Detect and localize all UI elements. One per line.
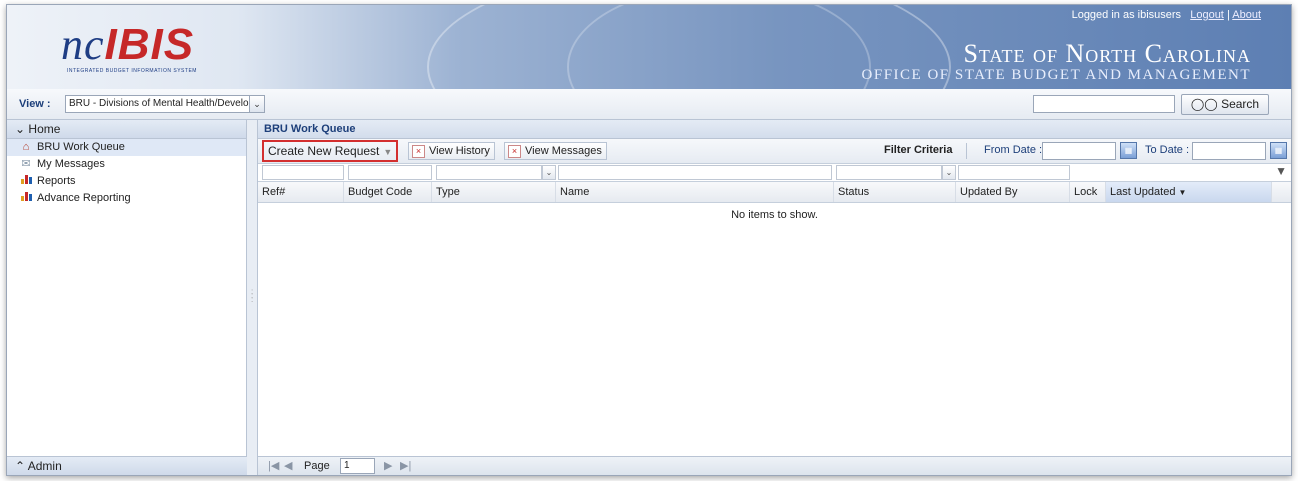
about-link[interactable]: About: [1232, 9, 1261, 21]
chevron-down-icon: ⌄: [15, 122, 26, 136]
first-page-icon[interactable]: |◀: [268, 459, 279, 473]
header-banner: ncIBIS INTEGRATED BUDGET INFORMATION SYS…: [7, 5, 1291, 89]
column-last-updated-label: Last Updated: [1110, 186, 1176, 198]
chevron-down-icon[interactable]: ⌄: [542, 165, 556, 180]
to-date-input[interactable]: [1192, 142, 1266, 160]
chevron-up-icon: ⌃: [15, 459, 26, 473]
view-history-button[interactable]: × View History: [408, 142, 495, 160]
to-date-label: To Date :: [1145, 144, 1190, 156]
toolbar-divider: [966, 143, 967, 159]
column-type[interactable]: Type: [432, 182, 556, 202]
chevron-down-icon[interactable]: ⌄: [249, 95, 265, 113]
filter-budget-code[interactable]: [348, 165, 432, 180]
sidebar-item-my-messages[interactable]: ✉ My Messages: [7, 156, 246, 173]
sidebar-item-reports[interactable]: Reports: [7, 173, 246, 190]
sidebar-item-label: BRU Work Queue: [37, 141, 125, 153]
view-messages-label: View Messages: [525, 145, 602, 157]
logo-subtitle: INTEGRATED BUDGET INFORMATION SYSTEM: [67, 68, 197, 74]
empty-message: No items to show.: [731, 209, 818, 221]
calendar-icon[interactable]: ▦: [1270, 142, 1287, 159]
sidebar-home-header[interactable]: ⌄ Home: [7, 120, 246, 139]
filter-status[interactable]: [836, 165, 942, 180]
page-number-input[interactable]: 1: [340, 458, 375, 474]
filter-ref[interactable]: [262, 165, 344, 180]
sidebar-item-label: My Messages: [37, 158, 105, 170]
disabled-x-icon: ×: [508, 145, 521, 158]
filter-criteria-label: Filter Criteria: [884, 144, 953, 156]
view-history-label: View History: [429, 145, 490, 157]
search-button[interactable]: ◯◯ Search: [1181, 94, 1269, 115]
sidebar: ⌄ Home ⌂ BRU Work Queue ✉ My Messages Re…: [7, 120, 254, 475]
view-messages-button[interactable]: × View Messages: [504, 142, 607, 160]
column-budget-code[interactable]: Budget Code: [344, 182, 432, 202]
envelope-icon: ✉: [21, 158, 31, 170]
column-last-updated[interactable]: Last Updated ▼: [1106, 182, 1272, 202]
binoculars-icon: ◯◯: [1190, 97, 1218, 111]
column-updated-by[interactable]: Updated By: [956, 182, 1070, 202]
logo-ibis: IBIS: [104, 20, 195, 69]
bar-chart-icon: [19, 192, 33, 205]
disabled-x-icon: ×: [412, 145, 425, 158]
grid-body: No items to show.: [258, 203, 1291, 443]
logo-nc: nc: [61, 20, 105, 69]
sort-desc-icon: ▼: [1178, 188, 1187, 197]
column-name[interactable]: Name: [556, 182, 834, 202]
from-date-label: From Date :: [984, 144, 1043, 156]
panel-splitter[interactable]: :::: [247, 120, 258, 475]
home-label: Home: [28, 122, 61, 136]
state-subtitle: OFFICE OF STATE BUDGET AND MANAGEMENT: [861, 67, 1251, 83]
column-ref[interactable]: Ref#: [258, 182, 344, 202]
last-page-icon[interactable]: ▶|: [400, 459, 411, 473]
sidebar-item-label: Reports: [37, 175, 76, 187]
logout-link[interactable]: Logout: [1190, 9, 1224, 21]
state-title: State of North Carolina: [963, 39, 1251, 68]
next-page-icon[interactable]: ▶: [384, 459, 392, 473]
prev-page-icon[interactable]: ◀: [284, 459, 292, 473]
funnel-icon[interactable]: ▼: [1275, 164, 1287, 178]
splitter-grip: :::: [251, 287, 254, 304]
view-select[interactable]: BRU - Divisions of Mental Health/Develop…: [65, 95, 250, 113]
view-bar: View : BRU - Divisions of Mental Health/…: [7, 89, 1291, 120]
from-date-input[interactable]: [1042, 142, 1116, 160]
create-label: Create New Request: [268, 144, 380, 158]
app-window: ncIBIS INTEGRATED BUDGET INFORMATION SYS…: [6, 4, 1292, 476]
chevron-down-icon[interactable]: ⌄: [942, 165, 956, 180]
page-label: Page: [304, 460, 330, 472]
column-filter-row: ⌄ ⌄ ▼: [258, 164, 1291, 182]
sidebar-admin-header[interactable]: ⌃ Admin: [7, 456, 254, 475]
admin-label: Admin: [27, 459, 62, 473]
filter-type[interactable]: [436, 165, 542, 180]
toolbar: Create New Request ▼ × View History × View …: [258, 139, 1291, 164]
sidebar-item-bru-work-queue[interactable]: ⌂ BRU Work Queue: [7, 139, 246, 156]
calendar-icon[interactable]: ▦: [1120, 142, 1137, 159]
filter-name[interactable]: [558, 165, 832, 180]
panel-title: BRU Work Queue: [258, 120, 1291, 139]
sidebar-item-advance-reporting[interactable]: Advance Reporting: [7, 190, 246, 207]
grid-header: Ref# Budget Code Type Name Status Update…: [258, 182, 1291, 203]
work-queue-panel: BRU Work Queue Create New Request ▼ × View…: [258, 120, 1291, 475]
sidebar-item-label: Advance Reporting: [37, 192, 131, 204]
pager: |◀ ◀ Page 1 ▶ ▶|: [258, 456, 1291, 475]
bar-chart-icon: [19, 175, 33, 188]
ncibis-logo: ncIBIS: [61, 19, 194, 70]
login-text: Logged in as ibisusers: [1071, 9, 1182, 21]
filter-updated-by[interactable]: [958, 165, 1070, 180]
search-button-label: Search: [1221, 97, 1260, 111]
view-label: View :: [19, 98, 51, 110]
link-separator: |: [1226, 9, 1230, 21]
login-info: Logged in as ibisusers Logout | About: [1072, 9, 1261, 21]
column-status[interactable]: Status: [834, 182, 956, 202]
create-new-request-button[interactable]: Create New Request ▼: [262, 140, 398, 162]
home-icon: ⌂: [22, 141, 30, 153]
banner-decoration: [567, 5, 871, 89]
search-input[interactable]: [1033, 95, 1175, 113]
column-lock[interactable]: Lock: [1070, 182, 1106, 202]
dropdown-arrow-icon: ▼: [383, 147, 393, 157]
